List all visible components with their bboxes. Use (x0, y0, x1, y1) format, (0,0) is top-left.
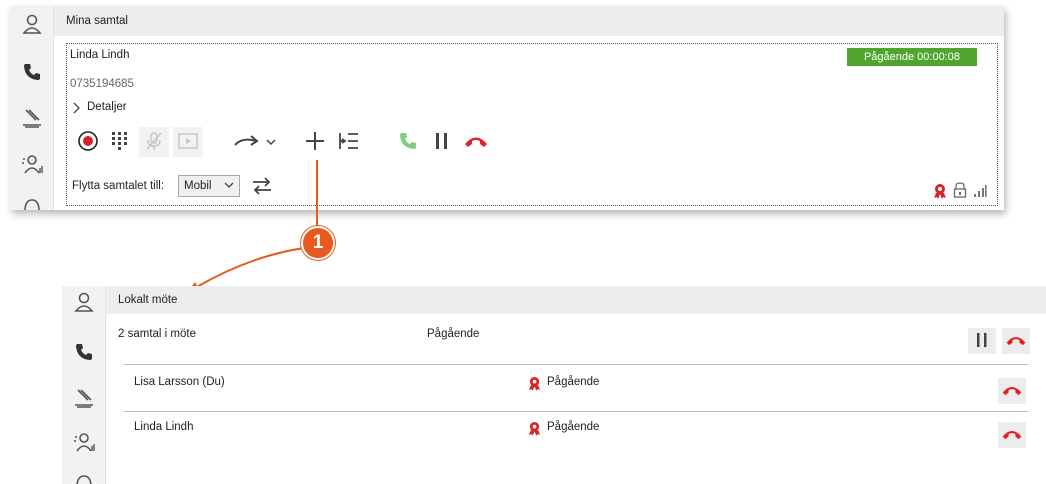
hold-conference-button[interactable] (968, 328, 996, 354)
participant-name: Lisa Larsson (Du) (134, 376, 225, 388)
pause-icon (975, 331, 989, 352)
badge-icon (528, 421, 541, 439)
switchboard-icon[interactable] (72, 386, 96, 410)
conference-summary-label: 2 samtal i möte (118, 328, 196, 340)
header-title: Lokalt möte (118, 294, 178, 306)
hangup-icon (1001, 428, 1023, 443)
group-icon[interactable] (72, 430, 96, 454)
participant-status: Pågående (547, 421, 600, 433)
participant-name: Linda Lindh (134, 421, 194, 433)
callout-badge: 1 (301, 226, 335, 260)
participant-status: Pågående (547, 376, 600, 388)
conference-summary-status: Pågående (427, 328, 480, 340)
divider (124, 411, 1028, 412)
participant-row: Linda Lindh Pågående (124, 413, 1028, 457)
badge-icon (528, 376, 541, 394)
hangup-icon (1001, 384, 1023, 399)
headset-icon[interactable] (72, 472, 96, 484)
hangup-participant-button[interactable] (998, 422, 1026, 448)
conference-window: Lokalt möte 2 samtal i möte Pågående Lis… (62, 286, 1046, 484)
header: Lokalt möte (106, 286, 1046, 314)
side-nav (62, 286, 106, 484)
divider (124, 364, 1028, 365)
end-conference-button[interactable] (1002, 328, 1030, 354)
phone-icon[interactable] (72, 340, 96, 364)
participant-row: Lisa Larsson (Du) Pågående (124, 366, 1028, 410)
hangup-icon (1004, 334, 1028, 349)
person-icon[interactable] (72, 290, 96, 314)
hangup-participant-button[interactable] (998, 378, 1026, 404)
